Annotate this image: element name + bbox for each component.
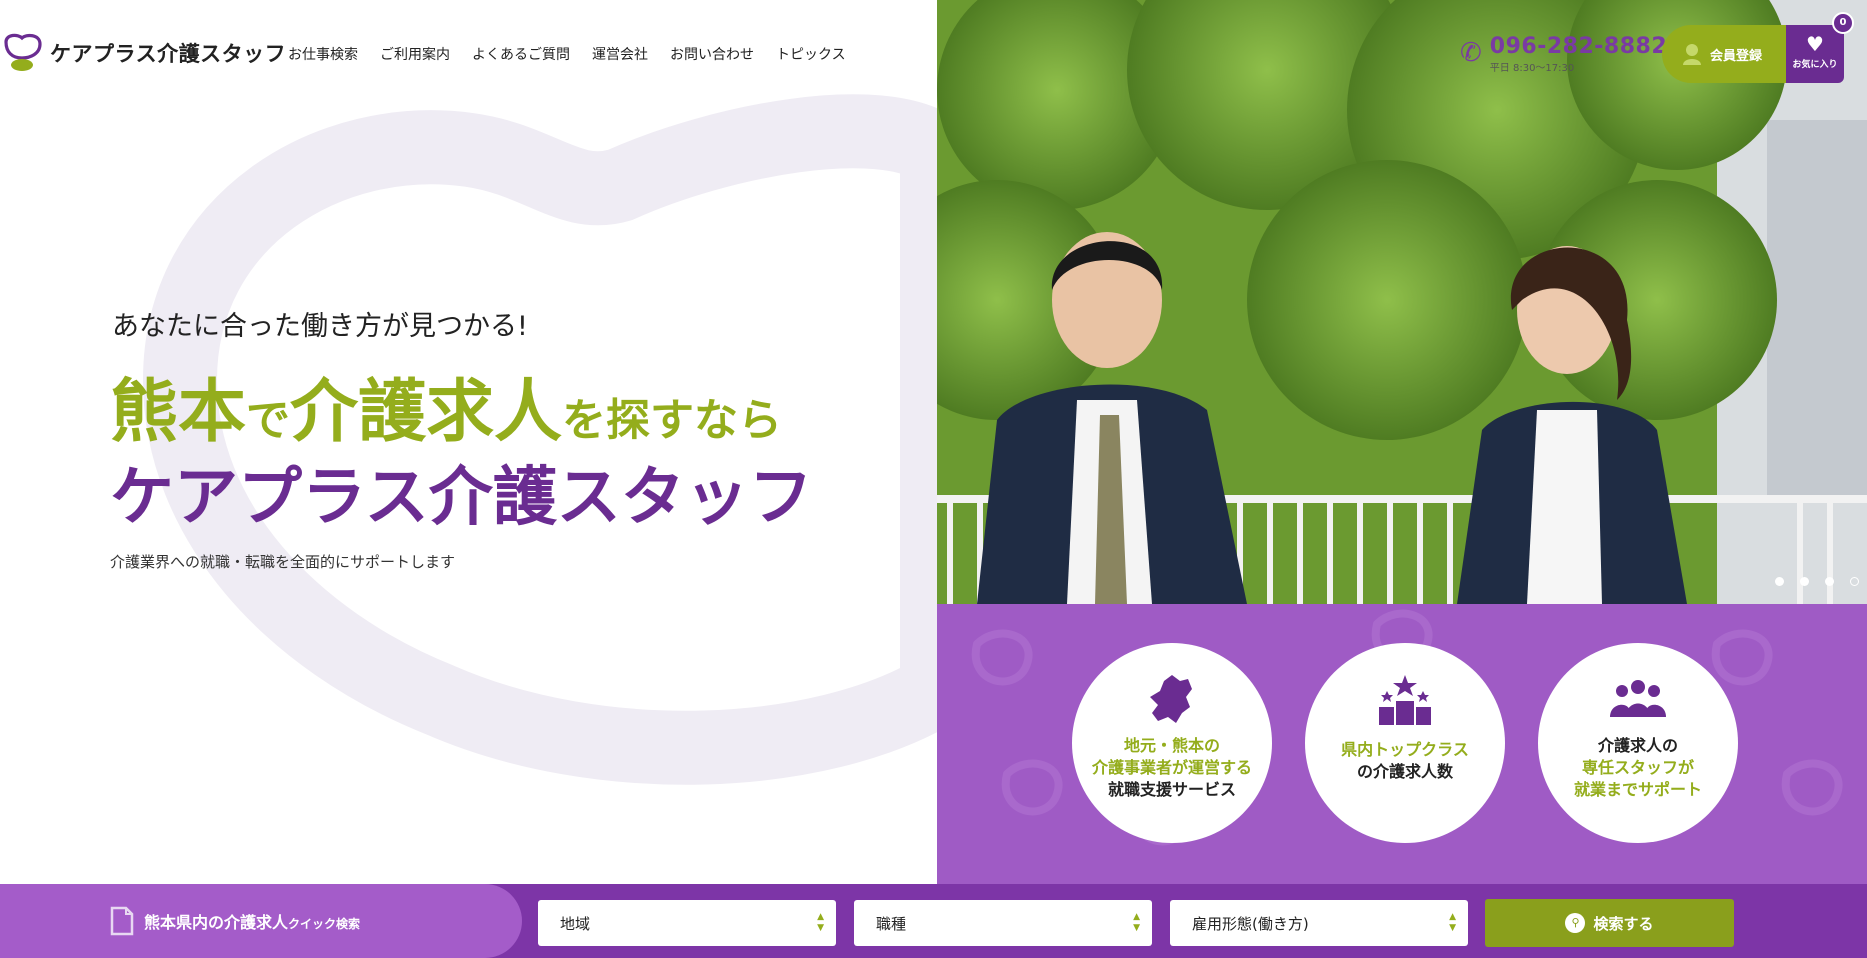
user-icon [1683,44,1701,65]
select-arrows-icon: ▲ ▼ [1133,912,1140,933]
feature-local-line-2: 介護事業者が運営する [1091,758,1252,777]
search-button-label: 検索する [1593,914,1654,933]
staff-group-icon [1610,680,1666,717]
phone-text: 096-282-8882 平日 8:30〜17:30 [1490,34,1667,74]
search-icon: ⚲ [1565,913,1586,933]
job-type-select-value: 職種 [876,914,907,933]
quick-search-bar: 熊本県内の介護求人クイック検索 地域 ▲ ▼ 職種 ▲ ▼ 雇用形態(働き方) ▲ ▼… [0,884,1867,958]
job-type-select[interactable]: 職種 ▲ ▼ [854,900,1152,946]
headline-word-kaigo: 介護求人 [290,373,563,452]
page: ケアプラス介護スタッフ お仕事検索 ご利用案内 よくあるご質問 運営会社 お問い… [0,0,1867,958]
hero-photo-illustration [937,0,1867,604]
nav-job-search[interactable]: お仕事検索 [288,44,358,64]
select-arrows-icon: ▲ ▼ [1449,912,1456,933]
nav-guide[interactable]: ご利用案内 [380,44,450,64]
feature-text-local: 地元・熊本の 介護事業者が運営する 就職支援サービス [1072,735,1272,801]
member-register-button[interactable]: 会員登録 [1662,25,1786,83]
headline-particle-de: で [246,395,291,446]
phone-number: 096-282-8882 [1489,34,1668,59]
slider-dot-1[interactable] [1775,577,1784,586]
site-logo[interactable]: ケアプラス介護スタッフ [2,32,286,74]
slider-pagination [1775,577,1859,586]
hero-subtext: 介護業界への就職・転職を全面的にサポートします [110,553,456,571]
feature-text-top-class: 県内トップクラス の介護求人数 [1305,739,1505,783]
hero-headline-2: ケアプラス介護スタッフ [110,461,813,535]
search-button[interactable]: ⚲ 検索する [1485,899,1734,947]
feature-card-local: 地元・熊本の 介護事業者が運営する 就職支援サービス [1072,643,1272,843]
employment-type-select[interactable]: 雇用形態(働き方) ▲ ▼ [1170,900,1468,946]
logo-mark-icon [4,33,42,71]
nav-faq[interactable]: よくあるご質問 [472,44,570,64]
quick-search-title-main: 熊本県内の介護求人 [144,913,289,932]
logo-text: ケアプラス介護スタッフ [50,42,287,66]
heart-icon: ♥ [1806,32,1824,56]
employment-type-select-value: 雇用形態(働き方) [1192,914,1309,933]
ranking-podium-icon [1379,675,1431,725]
feature-top-line-2: の介護求人数 [1356,762,1453,781]
slider-dot-4[interactable] [1850,577,1859,586]
feature-text-staff: 介護求人の 専任スタッフが 就業までサポート [1538,735,1738,801]
favorites-label: お気に入り [1792,60,1838,70]
select-arrows-icon: ▲ ▼ [817,912,824,933]
nav-contact[interactable]: お問い合わせ [670,44,754,64]
area-select[interactable]: 地域 ▲ ▼ [538,900,836,946]
feature-card-top-class: 県内トップクラス の介護求人数 [1305,643,1505,843]
document-icon [110,906,134,936]
nav-topics[interactable]: トピックス [776,44,846,64]
phone-icon: ✆ [1460,38,1482,68]
member-register-label: 会員登録 [1710,48,1763,64]
feature-staff-line-1: 介護求人の [1597,736,1678,755]
headline-word-kumamoto: 熊本 [110,373,247,452]
slider-dot-2[interactable] [1800,577,1809,586]
area-select-value: 地域 [560,914,591,933]
hero-catchphrase: あなたに合った働き方が見つかる! [112,311,528,342]
quick-search-title-small: クイック検索 [288,917,361,931]
phone-hours: 平日 8:30〜17:30 [1489,63,1575,74]
slider-dot-3[interactable] [1825,577,1834,586]
quick-search-title: 熊本県内の介護求人クイック検索 [144,909,360,933]
contact-phone[interactable]: ✆ 096-282-8882 平日 8:30〜17:30 [1460,34,1667,74]
feature-staff-line-3: 就業までサポート [1573,780,1702,799]
quick-search-heading: 熊本県内の介護求人クイック検索 [0,884,522,958]
favorites-button[interactable]: ♥ お気に入り [1786,25,1844,83]
feature-local-line-1: 地元・熊本の [1123,736,1220,755]
feature-card-dedicated-staff: 介護求人の 専任スタッフが 就業までサポート [1538,643,1738,843]
kumamoto-map-icon [1150,675,1192,723]
favorites-count-badge: 0 [1832,12,1854,34]
feature-staff-line-2: 専任スタッフが [1581,758,1694,777]
feature-top-line-1: 県内トップクラス [1341,740,1469,759]
headline-tail: を探すなら [562,395,783,446]
nav-company[interactable]: 運営会社 [592,44,648,64]
hero-photo [937,0,1867,604]
feature-local-line-3: 就職支援サービス [1107,780,1236,799]
global-nav: お仕事検索 ご利用案内 よくあるご質問 運営会社 お問い合わせ トピックス [288,44,846,64]
hero-headline-1: 熊本で介護求人を探すなら [110,356,782,455]
